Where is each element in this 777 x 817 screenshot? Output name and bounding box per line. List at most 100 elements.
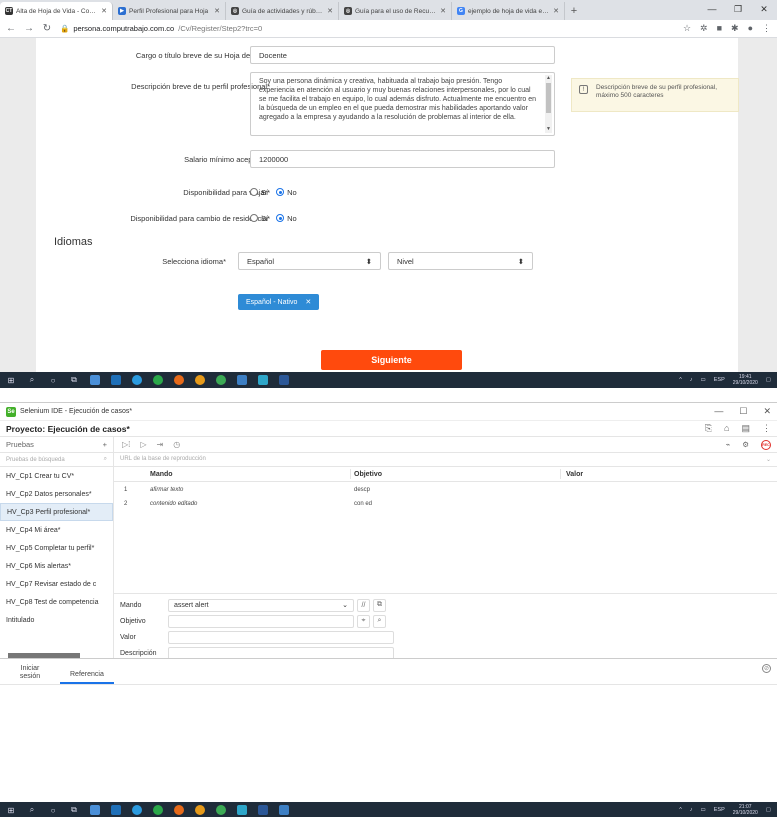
browser-tab-2[interactable]: ▶ Perfil Profesional para Hoja ✕ bbox=[113, 2, 226, 20]
menu-icon[interactable]: ⋮ bbox=[762, 23, 771, 34]
cortana-icon[interactable]: ○ bbox=[48, 806, 58, 815]
value-input[interactable] bbox=[168, 630, 394, 644]
viajar-si-radio[interactable]: Sí bbox=[250, 188, 268, 197]
column-divider[interactable] bbox=[560, 469, 561, 479]
nivel-select[interactable]: Nivel ⬍ bbox=[388, 252, 533, 270]
target-input[interactable] bbox=[168, 614, 354, 628]
test-item[interactable]: HV_Cp5 Completar tu perfil* bbox=[0, 539, 113, 557]
cortana-icon[interactable]: ○ bbox=[48, 376, 58, 385]
windows-start-icon[interactable]: ⊞ bbox=[6, 376, 16, 385]
forward-icon[interactable]: → bbox=[24, 23, 34, 34]
siguiente-button[interactable]: Siguiente bbox=[321, 350, 462, 370]
tests-dropdown[interactable]: Pruebas + bbox=[0, 436, 114, 453]
reload-icon[interactable]: ↻ bbox=[42, 23, 52, 34]
test-item[interactable]: HV_Cp7 Revisar estado de c bbox=[0, 575, 113, 593]
minimize-icon[interactable]: — bbox=[714, 406, 723, 417]
task-view-icon[interactable]: ⧉ bbox=[69, 375, 79, 385]
close-tab-icon[interactable]: ✕ bbox=[214, 7, 220, 15]
idioma-select[interactable]: Español ⬍ bbox=[238, 252, 381, 270]
language-indicator[interactable]: ESP bbox=[714, 807, 725, 813]
windows-start-icon[interactable]: ⊞ bbox=[6, 806, 16, 815]
mail-icon[interactable] bbox=[111, 805, 121, 815]
test-item-selected[interactable]: HV_Cp3 Perfil profesional* bbox=[0, 503, 113, 521]
photos-icon[interactable] bbox=[237, 805, 247, 815]
browser-tab-1[interactable]: CT Alta de Hoja de Vida - Compu ✕ bbox=[0, 2, 113, 20]
column-divider[interactable] bbox=[350, 469, 351, 479]
network-icon[interactable]: ▭ bbox=[701, 807, 706, 813]
browser-tab-4[interactable]: ◎ Guía para el uso de Recursos ✕ bbox=[339, 2, 452, 20]
clock[interactable]: 19:41 29/10/2020 bbox=[733, 374, 758, 386]
radio-dot[interactable] bbox=[250, 214, 258, 222]
task-view-icon[interactable]: ⧉ bbox=[69, 805, 79, 815]
photos-icon[interactable] bbox=[258, 375, 268, 385]
network-icon[interactable]: ▭ bbox=[701, 377, 706, 383]
run-all-icon[interactable]: ▷⁞ bbox=[122, 440, 130, 449]
more-icon[interactable]: ⋮ bbox=[762, 423, 771, 434]
cargo-input[interactable]: Docente bbox=[250, 46, 555, 64]
residencia-no-radio[interactable]: No bbox=[276, 214, 297, 223]
search-icon[interactable]: ⌕ bbox=[27, 805, 37, 815]
maximize-icon[interactable]: ☐ bbox=[739, 406, 747, 417]
test-item[interactable]: Intitulado bbox=[0, 611, 113, 629]
settings-icon[interactable]: ⚙ bbox=[742, 440, 749, 449]
radio-dot-selected[interactable] bbox=[276, 188, 285, 196]
open-folder-icon[interactable]: ⌂ bbox=[724, 423, 729, 434]
base-url-input[interactable]: URL de la base de reproducción ⌄ bbox=[114, 456, 777, 463]
close-tab-icon[interactable]: ✕ bbox=[327, 7, 333, 15]
speed-icon[interactable]: ◷ bbox=[173, 440, 180, 449]
new-project-icon[interactable]: ⎘ bbox=[705, 423, 712, 434]
chevron-down-icon[interactable]: ⌄ bbox=[342, 601, 348, 609]
puzzle-icon[interactable]: ✱ bbox=[731, 23, 739, 34]
salario-input[interactable]: 1200000 bbox=[250, 150, 555, 168]
command-row[interactable]: 2 contenido editado con ed bbox=[114, 499, 777, 511]
add-test-icon[interactable]: + bbox=[103, 440, 107, 449]
close-tab-icon[interactable]: ✕ bbox=[101, 7, 107, 15]
mail-icon[interactable] bbox=[111, 375, 121, 385]
chevron-down-icon[interactable]: ⌄ bbox=[766, 456, 771, 463]
command-row[interactable]: 1 afirmar texto descp bbox=[114, 485, 777, 497]
close-tab-icon[interactable]: ✕ bbox=[553, 7, 559, 15]
extension-icon[interactable]: ■ bbox=[717, 23, 722, 34]
residencia-si-radio[interactable]: Sí bbox=[250, 214, 268, 223]
edge-icon[interactable] bbox=[132, 805, 142, 815]
speaker-icon[interactable]: ♪ bbox=[690, 377, 693, 383]
record-icon[interactable]: REC bbox=[761, 439, 771, 450]
chrome-icon[interactable] bbox=[216, 805, 226, 815]
close-tab-icon[interactable]: ✕ bbox=[440, 7, 446, 15]
close-window-icon[interactable]: ✕ bbox=[763, 406, 771, 417]
clock[interactable]: 21:07 29/10/2020 bbox=[733, 804, 758, 816]
chrome-icon[interactable] bbox=[153, 375, 163, 385]
run-icon[interactable]: ▷ bbox=[140, 440, 146, 449]
radio-dot-selected[interactable] bbox=[276, 214, 285, 222]
radio-dot[interactable] bbox=[250, 188, 258, 196]
url-field[interactable]: 🔒 persona.computrabajo.com.co/Cv/Registe… bbox=[60, 24, 675, 33]
tab-iniciar-sesion[interactable]: Iniciar sesión bbox=[0, 662, 60, 684]
test-item[interactable]: HV_Cp1 Crear tu CV* bbox=[0, 467, 113, 485]
word-icon[interactable] bbox=[258, 805, 268, 815]
chrome-icon[interactable] bbox=[153, 805, 163, 815]
firefox-icon[interactable] bbox=[195, 805, 205, 815]
maximize-icon[interactable]: ❐ bbox=[725, 0, 751, 18]
language-indicator[interactable]: ESP bbox=[714, 377, 725, 383]
test-item[interactable]: HV_Cp8 Test de competencia bbox=[0, 593, 113, 611]
firefox-icon[interactable] bbox=[174, 375, 184, 385]
scroll-up-icon[interactable]: ▲ bbox=[545, 74, 552, 83]
chevron-up-icon[interactable]: ^ bbox=[679, 377, 682, 383]
app-icon[interactable] bbox=[90, 375, 100, 385]
find-target-icon[interactable]: ⌕ bbox=[373, 614, 386, 628]
back-icon[interactable]: ← bbox=[6, 23, 16, 34]
notification-icon[interactable]: ▢ bbox=[766, 807, 771, 813]
save-icon[interactable]: ▤ bbox=[741, 423, 750, 434]
search-icon[interactable]: ⌕ bbox=[27, 375, 37, 385]
test-search-input[interactable]: Pruebas de búsqueda ⌕ bbox=[0, 452, 114, 467]
chrome-icon[interactable] bbox=[216, 375, 226, 385]
word-icon[interactable] bbox=[279, 375, 289, 385]
textarea-scrollbar[interactable]: ▲ ▼ bbox=[545, 75, 552, 133]
command-input[interactable]: assert alert ⌄ bbox=[168, 598, 354, 612]
close-window-icon[interactable]: ✕ bbox=[751, 0, 777, 18]
speaker-icon[interactable]: ♪ bbox=[690, 807, 693, 813]
firefox-icon[interactable] bbox=[174, 805, 184, 815]
new-tab-button[interactable]: + bbox=[565, 2, 583, 20]
notification-icon[interactable]: ▢ bbox=[766, 377, 771, 383]
browser-tab-3[interactable]: ◎ Guía de actividades y rúbrica ✕ bbox=[226, 2, 339, 20]
